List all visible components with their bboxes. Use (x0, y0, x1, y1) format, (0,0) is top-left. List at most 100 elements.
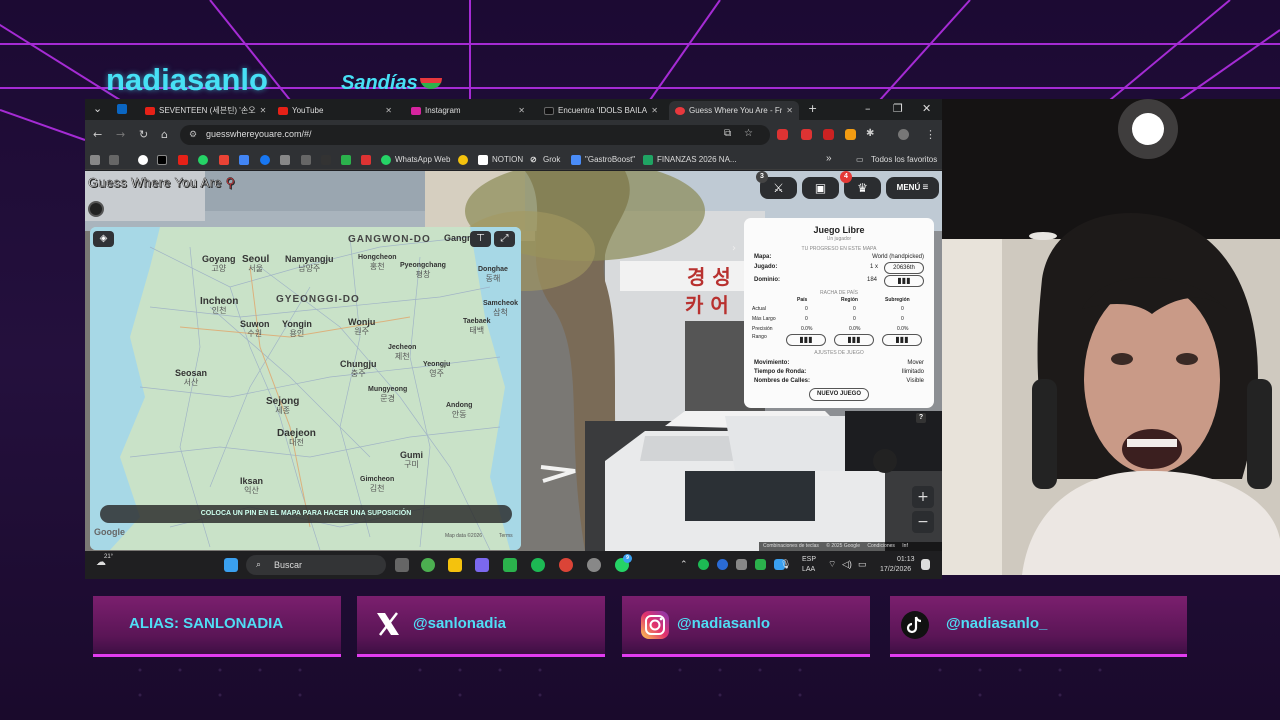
wifi-icon[interactable]: ⌔ (828, 559, 836, 570)
whatsapp-taskbar-icon[interactable] (503, 558, 517, 572)
star-icon[interactable]: ☆ (744, 128, 753, 139)
battery-icon[interactable]: ▭ (858, 559, 867, 570)
extension-icon[interactable] (801, 129, 812, 140)
tab-seventeen[interactable]: SEVENTEEN (세븐틴) '손오 ✕ (139, 101, 271, 120)
volume-icon[interactable]: ◁) (842, 559, 852, 570)
google-icon[interactable] (138, 155, 148, 165)
x-icon[interactable] (157, 155, 167, 165)
apps-icon[interactable] (90, 155, 100, 165)
cast-icon[interactable]: ⧉ (724, 128, 731, 139)
gmail-icon[interactable] (219, 155, 229, 165)
more-bookmarks-button[interactable]: » (826, 153, 832, 164)
tab-guess-where-you-are[interactable]: Guess Where You Are - Fr ✕ (669, 101, 799, 120)
all-bookmarks-button[interactable]: Todos los favoritos (871, 155, 937, 164)
clock-date[interactable]: 17/2/2026 (880, 566, 911, 573)
close-icon[interactable]: ✕ (385, 106, 392, 115)
menu-button[interactable]: MENÚ ≡ (886, 177, 939, 199)
close-window-icon[interactable]: ✕ (922, 102, 931, 115)
pdf-icon[interactable] (823, 129, 834, 140)
task-view-icon[interactable] (395, 558, 409, 572)
bookmark-finanzas[interactable]: FINANZAS 2026 NA... (657, 155, 737, 164)
zoom-in-button[interactable]: + (912, 486, 934, 508)
sheets-icon[interactable] (643, 155, 653, 165)
tab-youtube[interactable]: YouTube ✕ (272, 101, 398, 120)
windows-start-icon[interactable] (224, 558, 238, 572)
close-icon[interactable]: ✕ (651, 106, 658, 115)
layers-icon[interactable]: ◈ (93, 231, 114, 247)
facebook-icon[interactable] (260, 155, 270, 165)
sk-icon[interactable] (361, 155, 371, 165)
grid-icon[interactable] (109, 155, 119, 165)
game-viewport[interactable]: 경 성 카 어 Guess Where You Are ⚲ GANGWON-DO… (85, 171, 942, 551)
youtube-icon[interactable] (178, 155, 188, 165)
s-icon[interactable] (321, 155, 331, 165)
keyboard-shortcuts-link[interactable]: Combinaciones de teclas (763, 543, 819, 549)
close-icon[interactable]: ✕ (260, 106, 267, 115)
minimize-icon[interactable]: – (865, 102, 871, 115)
bluetooth-icon[interactable] (717, 559, 728, 570)
conditions-link[interactable]: Condiciones (867, 543, 895, 549)
help-button[interactable]: ? (916, 413, 926, 423)
tab-search-icon[interactable]: ⌄ (93, 102, 102, 115)
pin-map-icon[interactable]: ⊤ (470, 231, 491, 247)
linkedin-icon[interactable] (117, 104, 127, 114)
taskbar-search[interactable]: ⌕ Buscar (246, 555, 386, 575)
tray-icon[interactable] (736, 559, 747, 570)
bell-icon[interactable] (458, 155, 468, 165)
close-icon[interactable]: ✕ (786, 106, 793, 115)
spotify-icon[interactable] (531, 558, 545, 572)
file-explorer-icon[interactable] (448, 558, 462, 572)
extension-icon[interactable] (777, 129, 788, 140)
tab-tiktok[interactable]: Encuentra 'IDOLS BAILAN ✕ (538, 101, 664, 120)
country-rank-button[interactable]: ▮▮▮ (786, 334, 826, 346)
chrome-icon[interactable] (421, 558, 435, 572)
steam-icon[interactable] (280, 155, 290, 165)
settings-icon[interactable] (587, 558, 601, 572)
calendar-icon[interactable] (239, 155, 249, 165)
language-code[interactable]: ESP (802, 556, 816, 563)
close-icon[interactable]: ✕ (518, 106, 525, 115)
forward-icon[interactable]: → (116, 128, 125, 141)
domain-chart-button[interactable]: ▮▮▮ (884, 275, 924, 287)
region-rank-button[interactable]: ▮▮▮ (834, 334, 874, 346)
play-icon[interactable] (845, 129, 856, 140)
clock-time[interactable]: 01:13 (897, 556, 915, 563)
expand-map-icon[interactable]: ⤢ (494, 231, 515, 247)
bookmark-whatsapp[interactable]: WhatsApp Web (395, 155, 450, 164)
home-icon[interactable]: ⌂ (161, 128, 168, 141)
played-rank[interactable]: 20636th (884, 262, 924, 274)
maximize-icon[interactable]: ❐ (893, 102, 903, 115)
zoom-out-button[interactable]: − (912, 511, 934, 533)
url-field[interactable]: ⚙ guesswhereyouare.com/#/ (180, 125, 770, 145)
notifications-icon[interactable] (921, 559, 930, 570)
tab-instagram[interactable]: Instagram ✕ (405, 101, 531, 120)
tray-icon[interactable] (755, 559, 766, 570)
site-info-icon[interactable]: ⚙ (189, 129, 197, 140)
whatsapp-icon[interactable] (198, 155, 208, 165)
map-terms-link[interactable]: Terms (499, 533, 513, 539)
bookmark-notion[interactable]: NOTION (492, 155, 523, 164)
more-icon[interactable]: ⋮ (925, 128, 936, 141)
doc-icon[interactable] (571, 155, 581, 165)
chevron-up-icon[interactable]: ⌃ (680, 559, 688, 570)
threads-icon[interactable] (301, 155, 311, 165)
frog-icon[interactable] (341, 155, 351, 165)
puzzle-icon[interactable]: ✱ (866, 128, 874, 139)
collapse-panel-icon[interactable]: › (732, 243, 736, 254)
tray-spotify-icon[interactable] (698, 559, 709, 570)
chrome-active-icon[interactable] (559, 558, 573, 572)
subregion-rank-button[interactable]: ▮▮▮ (882, 334, 922, 346)
compass-icon[interactable] (88, 201, 104, 217)
keyboard-layout[interactable]: LAA (802, 566, 815, 573)
bookmark-grok[interactable]: Grok (543, 155, 560, 164)
reload-icon[interactable]: ↻ (139, 128, 148, 141)
copilot-icon[interactable] (475, 558, 489, 572)
bookmark-gastroboost[interactable]: "GastroBoost" (585, 155, 635, 164)
microphone-icon[interactable]: 🎙 (780, 559, 791, 570)
new-game-button[interactable]: NUEVO JUEGO (809, 388, 869, 401)
new-tab-icon[interactable]: + (808, 102, 817, 115)
info-link[interactable]: Inf (902, 543, 908, 549)
back-icon[interactable]: ← (93, 128, 102, 141)
profile-avatar[interactable] (898, 129, 909, 140)
guess-map[interactable]: GANGWON-DO Gangn Goyang 고양 Seoul 서울 Namyan… (90, 227, 521, 550)
